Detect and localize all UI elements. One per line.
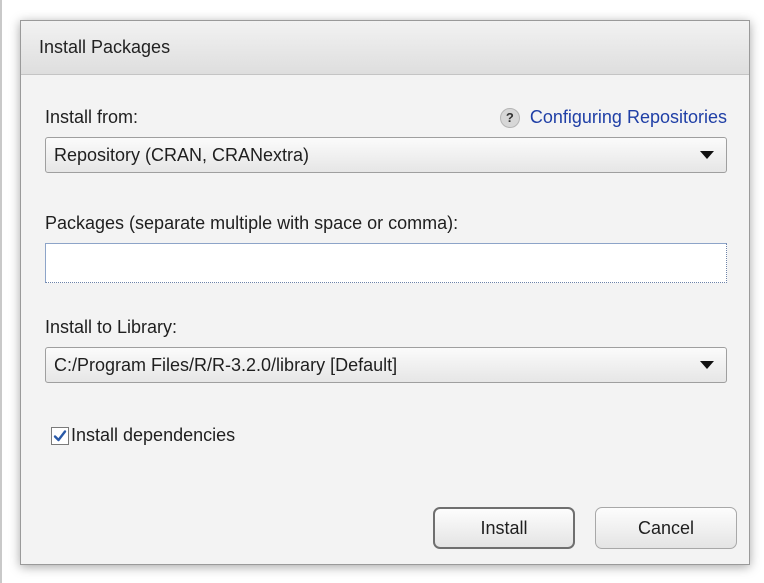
install-to-library-label: Install to Library: <box>45 317 178 337</box>
packages-label: Packages (separate multiple with space o… <box>45 213 459 233</box>
library-selected-value: C:/Program Files/R/R-3.2.0/library [Defa… <box>54 354 398 375</box>
dropdown-caret-icon <box>700 151 714 159</box>
dialog-titlebar[interactable]: Install Packages <box>21 21 749 75</box>
cancel-button[interactable]: Cancel <box>595 507 737 549</box>
dropdown-caret-icon <box>700 361 714 369</box>
help-link-group[interactable]: ? Configuring Repositories <box>499 107 727 128</box>
dialog-title: Install Packages <box>39 37 171 57</box>
install-dependencies-row: Install dependencies <box>51 425 235 446</box>
help-icon[interactable]: ? <box>499 107 520 128</box>
install-dependencies-label: Install dependencies <box>71 425 236 445</box>
install-from-select[interactable]: Repository (CRAN, CRANextra) <box>45 137 727 173</box>
install-button[interactable]: Install <box>433 507 575 549</box>
background-window-edge <box>0 0 2 583</box>
install-to-library-select[interactable]: C:/Program Files/R/R-3.2.0/library [Defa… <box>45 347 727 383</box>
configuring-repositories-link[interactable]: Configuring Repositories <box>530 107 727 128</box>
packages-input[interactable] <box>45 243 727 283</box>
install-from-label: Install from: <box>45 107 139 127</box>
checkmark-icon <box>53 429 67 441</box>
install-dependencies-checkbox[interactable] <box>51 426 69 445</box>
install-packages-dialog: Install Packages Install from: ? Configu… <box>20 20 750 565</box>
install-from-selected-value: Repository (CRAN, CRANextra) <box>54 144 310 165</box>
